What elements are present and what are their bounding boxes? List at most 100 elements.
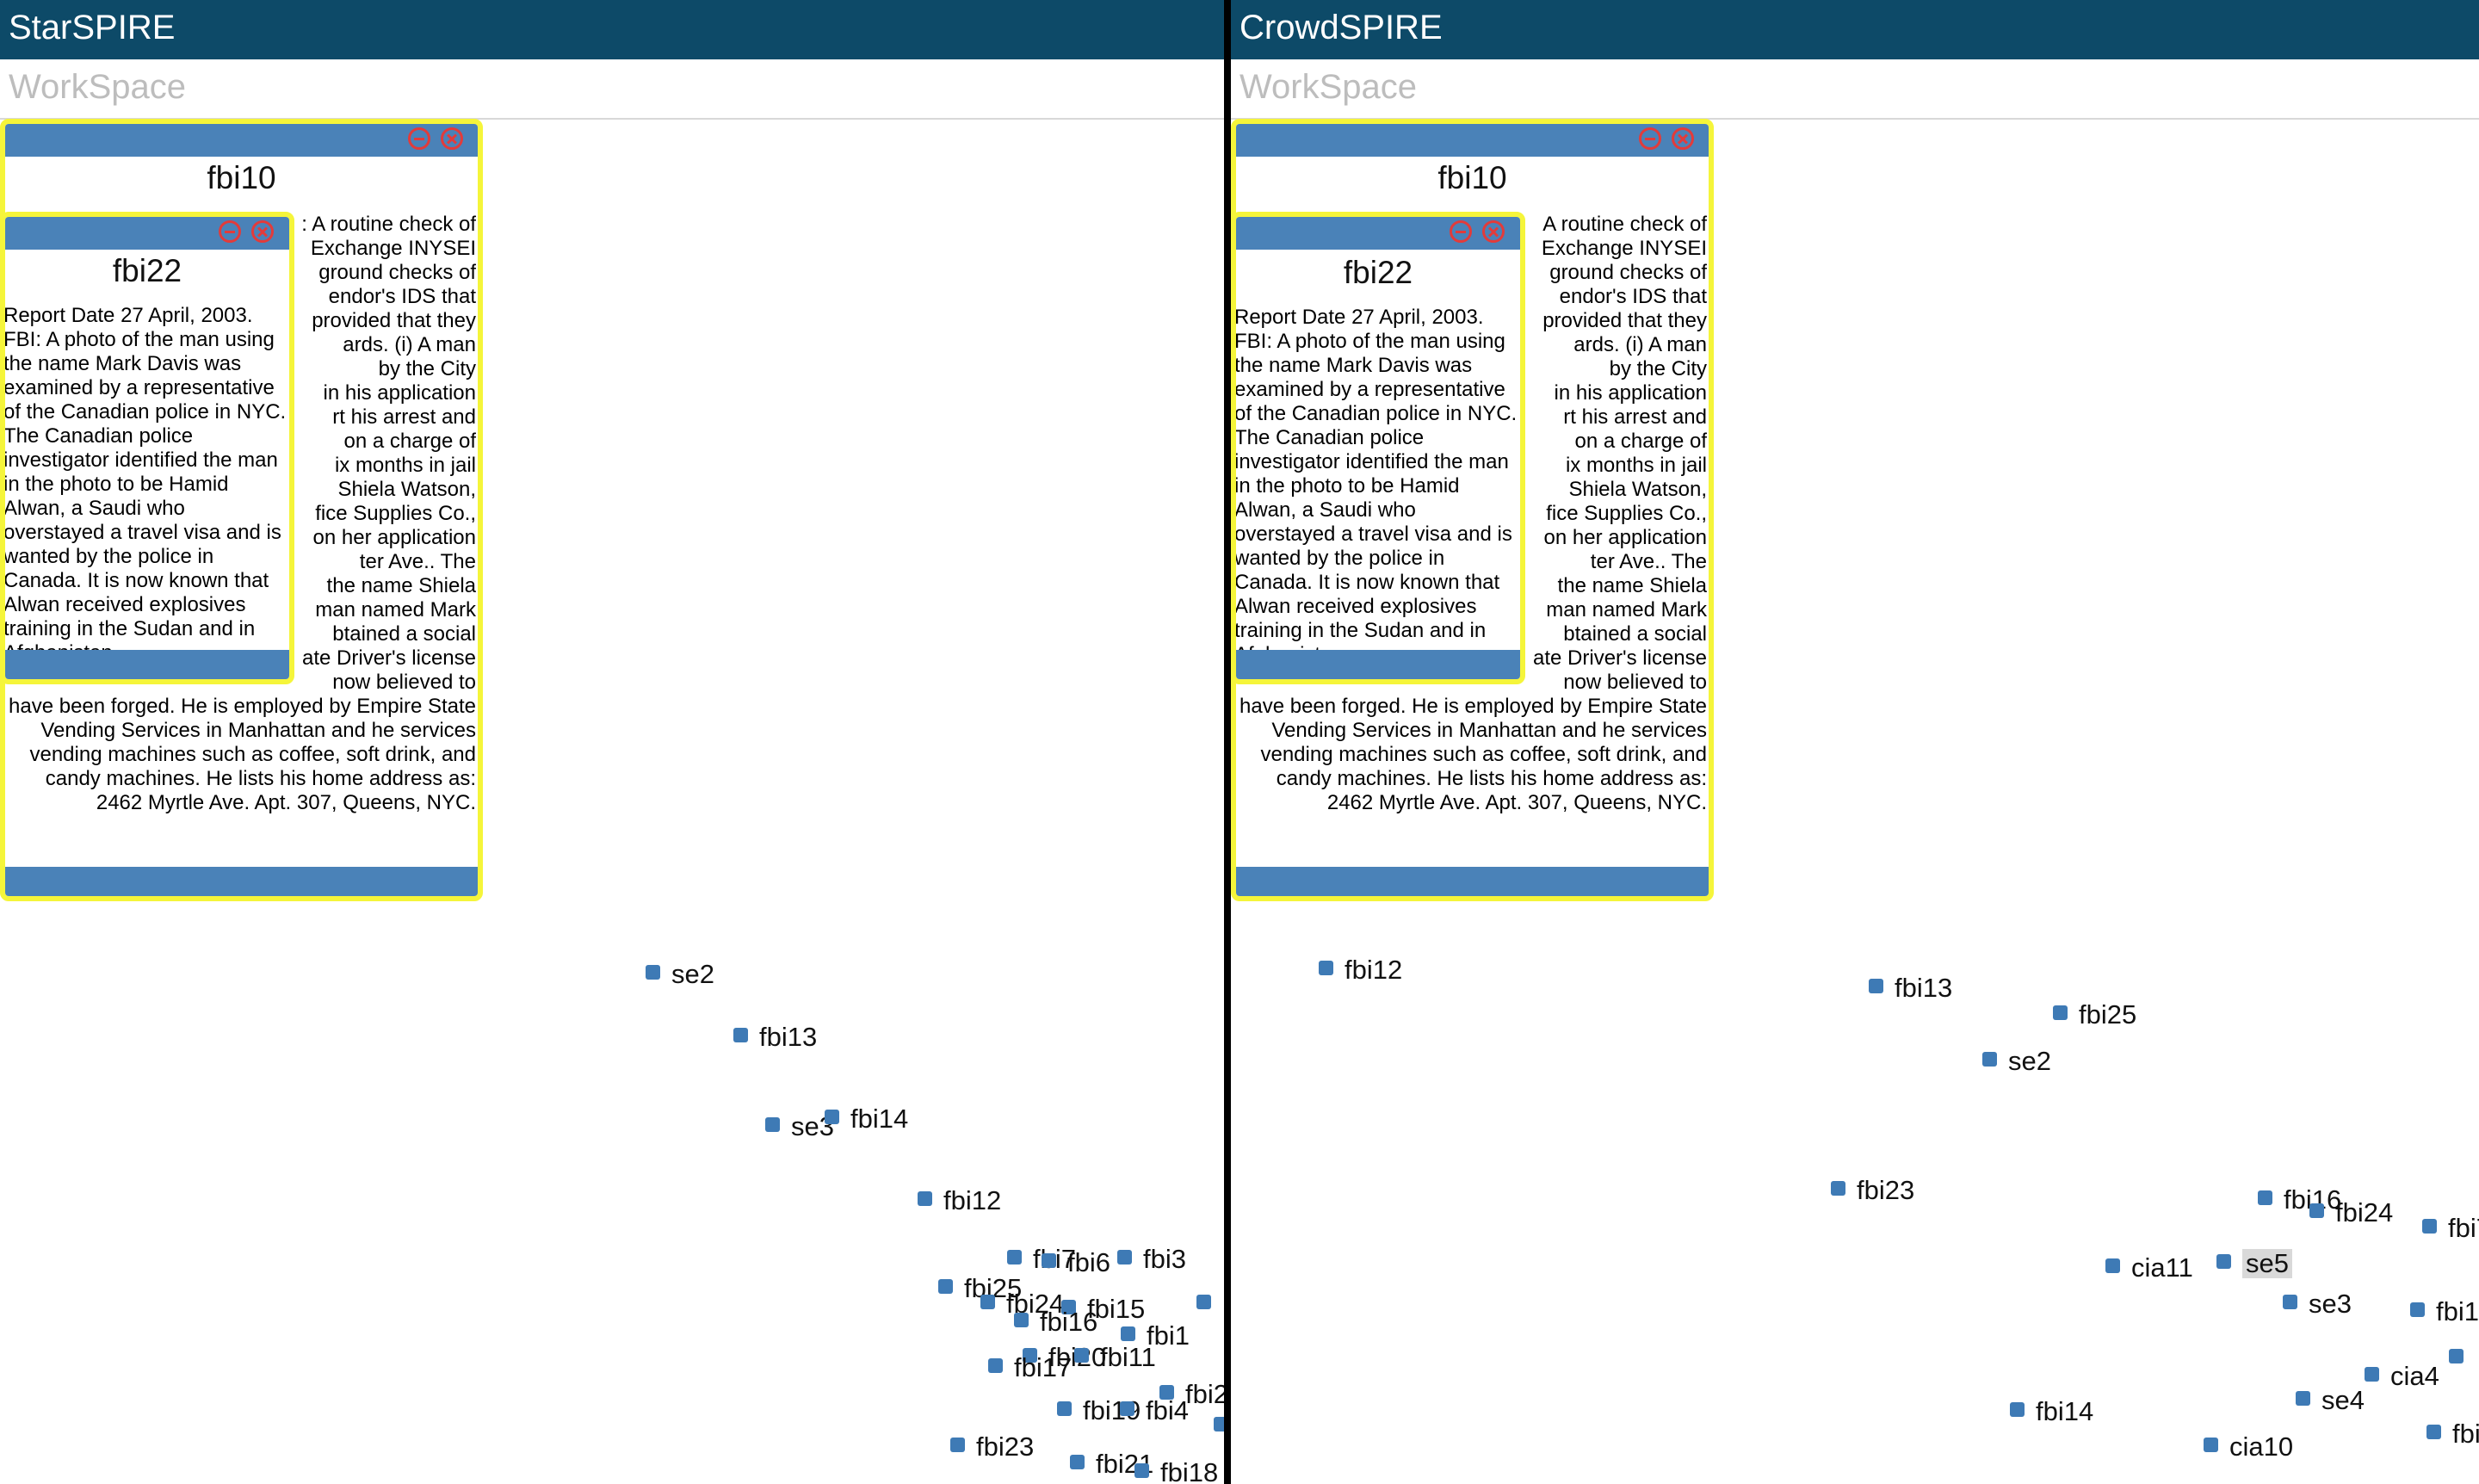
doc-node-label[interactable]: fbi23 bbox=[976, 1432, 1034, 1462]
doc-node-marker[interactable] bbox=[2422, 1219, 2437, 1234]
doc-node-label[interactable]: fbi3 bbox=[1143, 1245, 1186, 1274]
doc-node-marker[interactable] bbox=[1120, 1401, 1134, 1416]
starspire-panel: StarSPIRE WorkSpace fbi10 : A routine ch… bbox=[0, 0, 1224, 1484]
document-footer bbox=[1236, 650, 1520, 679]
workspace-label: WorkSpace bbox=[1240, 68, 1418, 106]
doc-node-marker[interactable] bbox=[1014, 1313, 1029, 1327]
minimize-circle-icon[interactable] bbox=[1450, 220, 1472, 243]
app-title: CrowdSPIRE bbox=[1240, 9, 1443, 46]
doc-node-marker[interactable] bbox=[1121, 1326, 1135, 1341]
doc-node-marker[interactable] bbox=[1134, 1463, 1149, 1478]
doc-node-marker[interactable] bbox=[1057, 1401, 1072, 1416]
doc-node-marker[interactable] bbox=[1117, 1250, 1132, 1264]
document-text: Report Date 27 April, 2003. FBI: A photo… bbox=[1234, 306, 1518, 650]
minimize-circle-icon[interactable] bbox=[219, 220, 241, 243]
doc-node-marker[interactable] bbox=[646, 965, 660, 980]
doc-node-label[interactable]: fbi13 bbox=[759, 1023, 817, 1052]
app-title: StarSPIRE bbox=[9, 9, 176, 46]
doc-node-marker[interactable] bbox=[2204, 1438, 2218, 1452]
doc-node-marker[interactable] bbox=[950, 1438, 965, 1452]
doc-node-label[interactable]: fbi13 bbox=[1895, 974, 1952, 1003]
doc-node-marker[interactable] bbox=[918, 1191, 932, 1206]
workspace-label: WorkSpace bbox=[9, 68, 187, 106]
doc-node-marker[interactable] bbox=[733, 1028, 748, 1042]
doc-node-marker[interactable] bbox=[1982, 1052, 1997, 1067]
document-footer bbox=[5, 650, 289, 679]
doc-node-marker[interactable] bbox=[2309, 1203, 2324, 1218]
doc-node-label[interactable]: fbi24 bbox=[2335, 1198, 2393, 1227]
document-titlebar[interactable] bbox=[1236, 217, 1520, 250]
doc-node-label[interactable]: fbi17 bbox=[1014, 1353, 1072, 1382]
doc-node-marker[interactable] bbox=[2053, 1005, 2068, 1020]
close-circle-icon[interactable] bbox=[441, 127, 463, 150]
doc-node-label[interactable]: cia4 bbox=[2390, 1362, 2439, 1391]
doc-node-marker[interactable] bbox=[825, 1110, 839, 1124]
doc-node-marker[interactable] bbox=[2283, 1295, 2297, 1309]
app-header: StarSPIRE bbox=[0, 0, 1224, 59]
minimize-circle-icon[interactable] bbox=[408, 127, 430, 150]
doc-node-marker[interactable] bbox=[2296, 1391, 2310, 1406]
document-footer bbox=[5, 867, 478, 896]
close-circle-icon[interactable] bbox=[251, 220, 274, 243]
close-circle-icon[interactable] bbox=[1482, 220, 1505, 243]
document-titlebar[interactable] bbox=[1236, 124, 1709, 157]
document-window-fbi22[interactable]: fbi22 Report Date 27 April, 2003. FBI: A… bbox=[1231, 212, 1525, 684]
doc-node-marker[interactable] bbox=[2105, 1258, 2120, 1273]
doc-node-marker[interactable] bbox=[2010, 1402, 2025, 1417]
document-title: fbi10 bbox=[207, 160, 276, 195]
doc-node-label[interactable]: fbi7 bbox=[2448, 1214, 2479, 1243]
app-header: CrowdSPIRE bbox=[1231, 0, 2479, 59]
doc-node-label[interactable]: fbi12 bbox=[943, 1186, 1001, 1215]
doc-node-marker[interactable] bbox=[988, 1358, 1003, 1373]
doc-node-label[interactable]: fbi bbox=[2452, 1419, 2479, 1449]
doc-node-label[interactable]: fbi14 bbox=[2036, 1397, 2093, 1426]
doc-node-marker[interactable] bbox=[1869, 979, 1883, 993]
doc-node-label[interactable]: se3 bbox=[2309, 1289, 2352, 1319]
doc-node-marker[interactable] bbox=[2449, 1349, 2464, 1363]
doc-node-marker[interactable] bbox=[1074, 1348, 1089, 1363]
doc-node-label[interactable]: fbi1 bbox=[2436, 1297, 2479, 1326]
doc-node-label[interactable]: fbi4 bbox=[1146, 1396, 1189, 1425]
close-circle-icon[interactable] bbox=[1672, 127, 1694, 150]
doc-node-marker[interactable] bbox=[765, 1117, 780, 1132]
doc-node-marker[interactable] bbox=[1007, 1250, 1022, 1264]
document-title: fbi22 bbox=[112, 253, 182, 288]
doc-node-label[interactable]: fbi18 bbox=[1160, 1458, 1218, 1484]
doc-node-label[interactable]: cia11 bbox=[2131, 1253, 2193, 1283]
doc-node-marker[interactable] bbox=[1042, 1253, 1056, 1268]
doc-node-marker[interactable] bbox=[1319, 961, 1333, 975]
doc-node-marker[interactable] bbox=[1214, 1417, 1224, 1431]
panel-divider bbox=[1224, 0, 1231, 1484]
document-text: Report Date 27 April, 2003. FBI: A photo… bbox=[3, 304, 287, 650]
doc-node-marker[interactable] bbox=[2426, 1425, 2441, 1439]
doc-node-marker[interactable] bbox=[2410, 1302, 2425, 1317]
document-title: fbi22 bbox=[1343, 255, 1413, 290]
doc-node-marker[interactable] bbox=[938, 1279, 953, 1294]
document-footer bbox=[1236, 867, 1709, 896]
doc-node-label[interactable]: fbi16 bbox=[1040, 1308, 1097, 1337]
doc-node-label[interactable]: fbi23 bbox=[1857, 1176, 1914, 1205]
doc-node-label[interactable]: fbi25 bbox=[2079, 1000, 2136, 1030]
doc-node-marker[interactable] bbox=[1070, 1455, 1085, 1469]
doc-node-marker[interactable] bbox=[2258, 1190, 2272, 1205]
doc-node-label[interactable]: se4 bbox=[2321, 1386, 2365, 1415]
document-window-fbi22[interactable]: fbi22 Report Date 27 April, 2003. FBI: A… bbox=[0, 212, 294, 684]
doc-node-marker[interactable] bbox=[2365, 1367, 2379, 1382]
doc-node-label[interactable]: se2 bbox=[2008, 1047, 2051, 1076]
doc-node-label[interactable]: fbi14 bbox=[850, 1104, 908, 1134]
doc-node-label[interactable]: cia10 bbox=[2229, 1432, 2293, 1462]
doc-node-label[interactable]: se5 bbox=[2242, 1249, 2292, 1278]
doc-node-label[interactable]: fbi11 bbox=[1100, 1343, 1156, 1372]
document-titlebar[interactable] bbox=[5, 124, 478, 157]
doc-node-marker[interactable] bbox=[980, 1295, 995, 1309]
doc-node-label[interactable]: fbi2 bbox=[1185, 1380, 1224, 1409]
doc-node-label[interactable]: se2 bbox=[671, 960, 714, 989]
minimize-circle-icon[interactable] bbox=[1639, 127, 1661, 150]
doc-node-label[interactable]: fbi6 bbox=[1067, 1248, 1110, 1277]
doc-node-marker[interactable] bbox=[2216, 1254, 2231, 1269]
doc-node-label[interactable]: fbi12 bbox=[1345, 955, 1402, 985]
doc-node-marker[interactable] bbox=[1196, 1295, 1211, 1309]
workspace-bar: WorkSpace bbox=[0, 59, 1224, 120]
doc-node-marker[interactable] bbox=[1831, 1181, 1845, 1196]
document-titlebar[interactable] bbox=[5, 217, 289, 250]
